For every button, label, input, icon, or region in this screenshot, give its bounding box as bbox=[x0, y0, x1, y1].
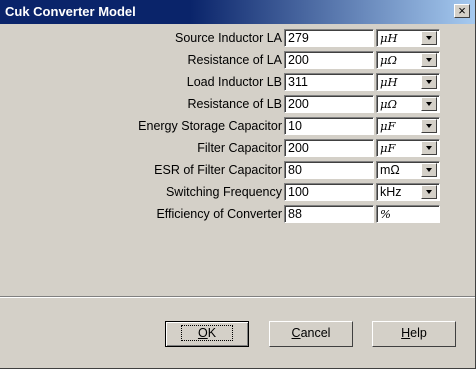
unit-select-source-inductor-la[interactable]: μH bbox=[376, 29, 440, 47]
unit-value: % bbox=[380, 207, 391, 221]
ok-label-rest: K bbox=[207, 326, 217, 340]
chevron-down-icon bbox=[426, 124, 432, 128]
separator-line bbox=[0, 296, 475, 298]
mnemonic-c: C bbox=[291, 326, 301, 340]
input-energy-storage-capacitor[interactable]: 10 bbox=[284, 117, 374, 135]
window-title: Cuk Converter Model bbox=[5, 4, 136, 19]
label-energy-storage-capacitor: Energy Storage Capacitor bbox=[138, 119, 282, 133]
dropdown-arrow-button[interactable] bbox=[421, 31, 437, 45]
help-button[interactable]: Help bbox=[372, 321, 456, 347]
label-resistance-lb: Resistance of LB bbox=[187, 97, 283, 111]
unit-select-filter-capacitor[interactable]: μF bbox=[376, 139, 440, 157]
input-load-inductor-lb[interactable]: 311 bbox=[284, 73, 374, 91]
chevron-down-icon bbox=[426, 36, 432, 40]
unit-value: μH bbox=[380, 31, 398, 45]
cancel-label-rest: ancel bbox=[300, 326, 331, 340]
ok-button[interactable]: OK bbox=[165, 321, 249, 347]
cancel-button[interactable]: Cancel bbox=[269, 321, 353, 347]
unit-value: μF bbox=[380, 141, 396, 155]
dropdown-arrow-button[interactable] bbox=[421, 163, 437, 177]
close-button[interactable]: × bbox=[454, 4, 470, 18]
input-filter-capacitor[interactable]: 200 bbox=[284, 139, 374, 157]
chevron-down-icon bbox=[426, 146, 432, 150]
unit-select-esr-filter-capacitor[interactable]: mΩ bbox=[376, 161, 440, 179]
dropdown-arrow-button[interactable] bbox=[421, 53, 437, 67]
unit-select-switching-frequency[interactable]: kHz bbox=[376, 183, 440, 201]
unit-display-efficiency: % bbox=[376, 205, 440, 223]
unit-value: kHz bbox=[380, 185, 402, 199]
unit-select-resistance-lb[interactable]: μΩ bbox=[376, 95, 440, 113]
unit-value: μH bbox=[380, 75, 398, 89]
label-esr-filter-capacitor: ESR of Filter Capacitor bbox=[154, 163, 282, 177]
dropdown-arrow-button[interactable] bbox=[421, 75, 437, 89]
unit-value: μF bbox=[380, 119, 396, 133]
mnemonic-o: O bbox=[197, 326, 208, 340]
unit-value: μΩ bbox=[380, 53, 398, 67]
input-resistance-la[interactable]: 200 bbox=[284, 51, 374, 69]
label-source-inductor-la: Source Inductor LA bbox=[174, 31, 282, 45]
cuk-converter-dialog: Cuk Converter Model × Source Inductor LA… bbox=[0, 0, 476, 369]
unit-select-energy-storage-capacitor[interactable]: μF bbox=[376, 117, 440, 135]
help-label-rest: elp bbox=[410, 326, 427, 340]
close-icon: × bbox=[458, 3, 466, 18]
input-resistance-lb[interactable]: 200 bbox=[284, 95, 374, 113]
unit-value: mΩ bbox=[380, 163, 400, 177]
chevron-down-icon bbox=[426, 58, 432, 62]
input-switching-frequency[interactable]: 100 bbox=[284, 183, 374, 201]
chevron-down-icon bbox=[426, 102, 432, 106]
label-filter-capacitor: Filter Capacitor bbox=[197, 141, 282, 155]
mnemonic-h: H bbox=[401, 326, 411, 340]
unit-select-load-inductor-lb[interactable]: μH bbox=[376, 73, 440, 91]
unit-value: μΩ bbox=[380, 97, 398, 111]
input-efficiency-of-converter[interactable]: 88 bbox=[284, 205, 374, 223]
chevron-down-icon bbox=[426, 168, 432, 172]
label-switching-frequency: Switching Frequency bbox=[165, 185, 282, 199]
label-load-inductor-lb: Load Inductor LB bbox=[186, 75, 282, 89]
unit-select-resistance-la[interactable]: μΩ bbox=[376, 51, 440, 69]
chevron-down-icon bbox=[426, 80, 432, 84]
title-bar[interactable]: Cuk Converter Model × bbox=[0, 0, 475, 24]
input-source-inductor-la[interactable]: 279 bbox=[284, 29, 374, 47]
dropdown-arrow-button[interactable] bbox=[421, 119, 437, 133]
ok-button-label: OK bbox=[180, 325, 234, 341]
label-efficiency-of-converter: Efficiency of Converter bbox=[156, 207, 282, 221]
dropdown-arrow-button[interactable] bbox=[421, 141, 437, 155]
input-esr-filter-capacitor[interactable]: 80 bbox=[284, 161, 374, 179]
dropdown-arrow-button[interactable] bbox=[421, 97, 437, 111]
dropdown-arrow-button[interactable] bbox=[421, 185, 437, 199]
chevron-down-icon bbox=[426, 190, 432, 194]
label-resistance-la: Resistance of LA bbox=[187, 53, 283, 67]
